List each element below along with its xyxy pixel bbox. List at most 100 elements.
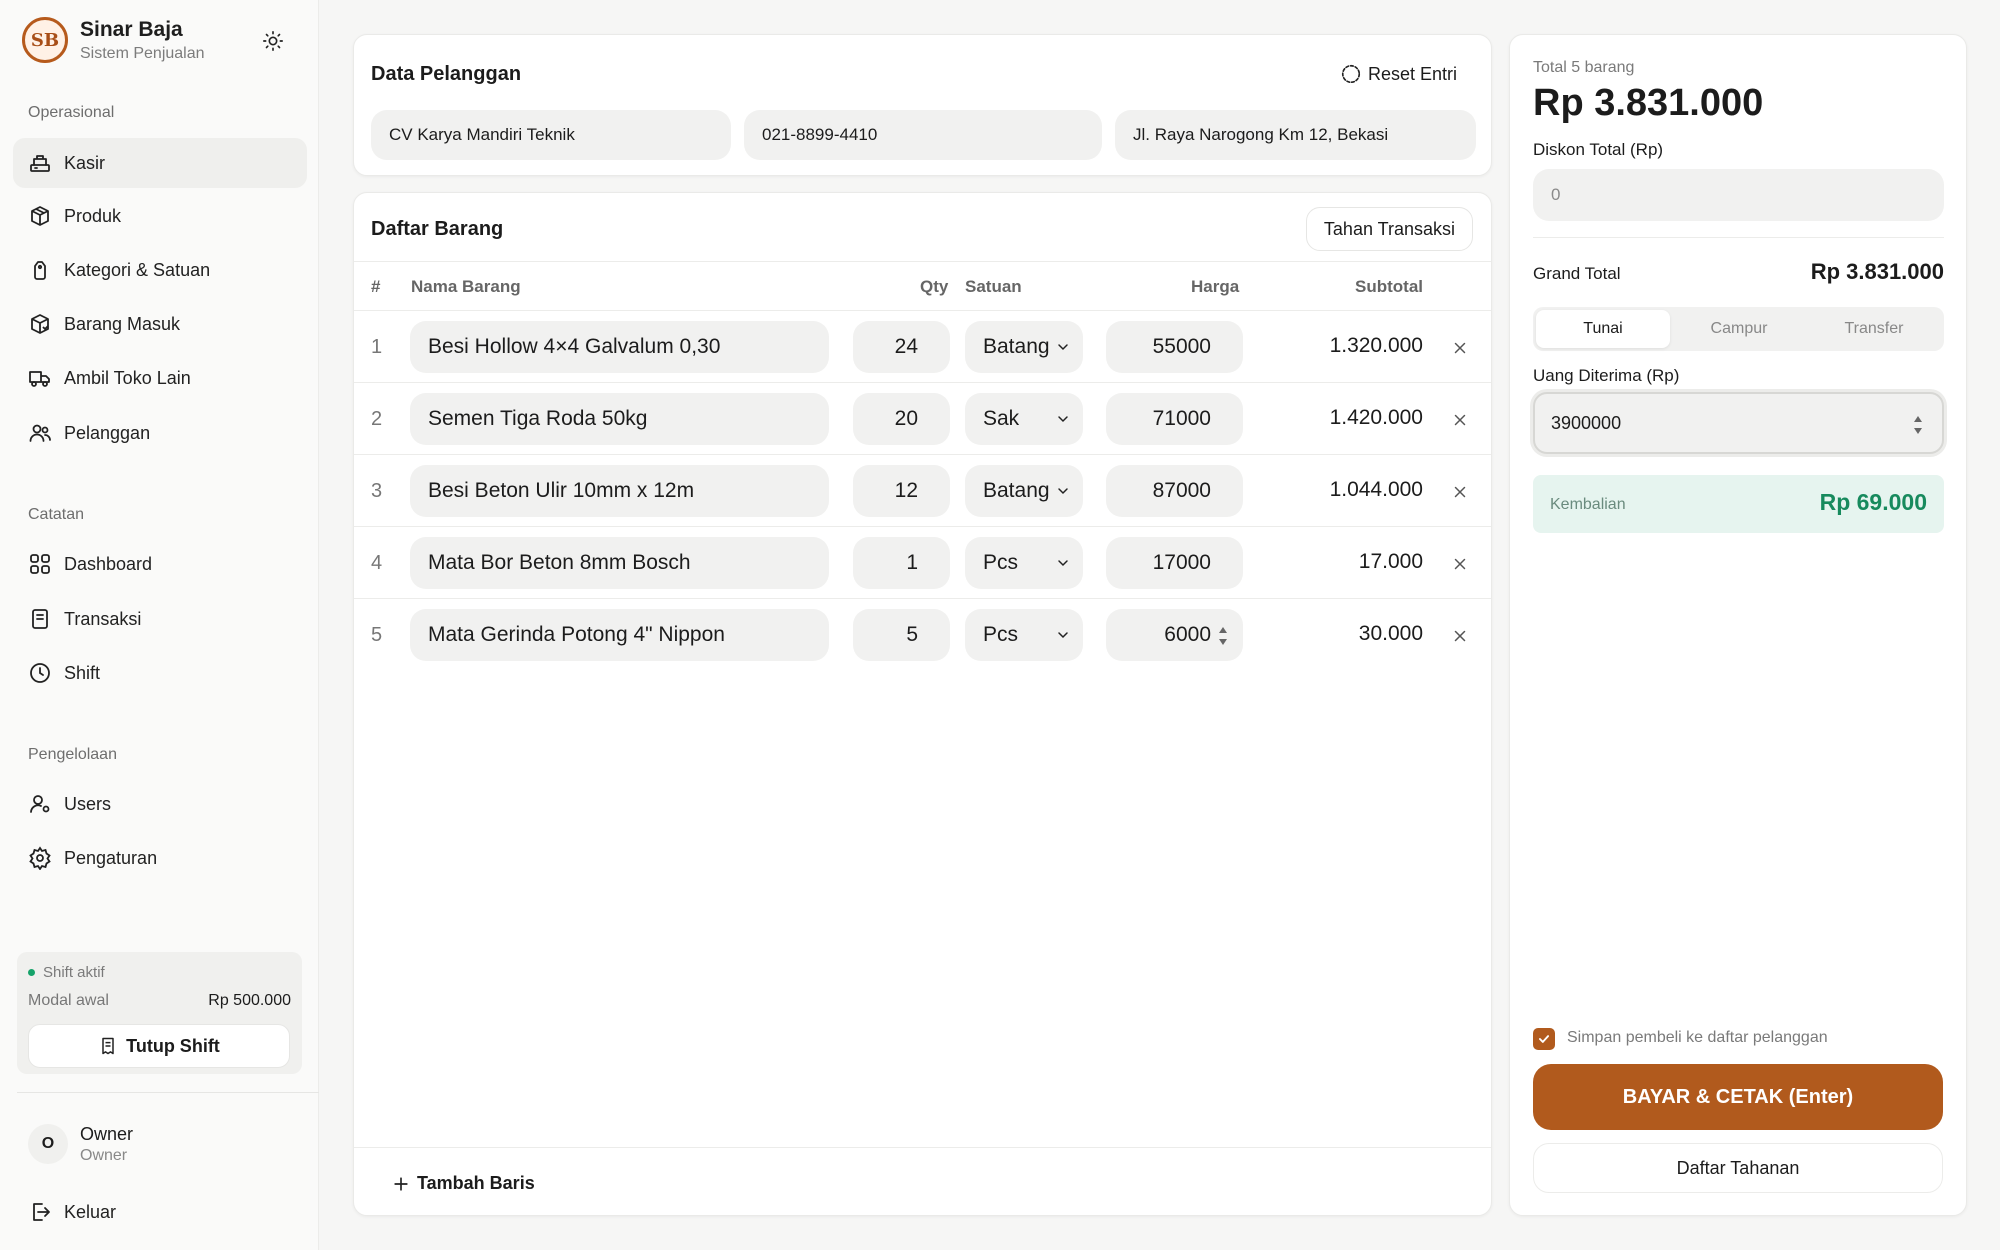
tab-campur[interactable]: Campur xyxy=(1672,310,1806,348)
cash-received-value: 3900000 xyxy=(1551,412,1622,433)
chevron-down-icon xyxy=(1058,416,1068,423)
brand-subtitle: Sistem Penjualan xyxy=(80,44,205,62)
remove-row-button[interactable] xyxy=(1447,623,1473,649)
qty-field[interactable]: 5 xyxy=(853,609,950,661)
row-subtotal: 30.000 xyxy=(1358,622,1423,645)
change-value: Rp 69.000 xyxy=(1819,489,1927,515)
unit-select[interactable]: Sak xyxy=(965,393,1083,445)
remove-row-button[interactable] xyxy=(1447,551,1473,577)
sidebar-item-kategori[interactable]: Kategori & Satuan xyxy=(13,245,307,295)
tab-tunai[interactable]: Tunai xyxy=(1536,310,1670,348)
sidebar: SB Sinar Baja Sistem Penjualan Operasion… xyxy=(0,0,319,1250)
section-label-operasional: Operasional xyxy=(28,104,115,121)
hold-transaction-button[interactable]: Tahan Transaksi xyxy=(1305,207,1473,251)
sidebar-item-label: Shift xyxy=(64,662,101,683)
discount-label: Diskon Total (Rp) xyxy=(1533,140,1664,159)
sidebar-item-shift[interactable]: Shift xyxy=(13,648,307,698)
logout-button[interactable]: Keluar xyxy=(13,1187,307,1237)
table-row: 5 Mata Gerinda Potong 4" Nippon 5 Pcs 60… xyxy=(354,599,1491,671)
row-number: 5 xyxy=(371,624,383,646)
qty-field[interactable]: 12 xyxy=(853,465,950,517)
price-field[interactable]: 87000 xyxy=(1106,465,1243,517)
box-icon xyxy=(31,206,49,226)
header-qty: Qty xyxy=(920,277,949,296)
user-cog-icon xyxy=(30,795,50,813)
package-in-icon xyxy=(31,314,49,334)
remove-row-button[interactable] xyxy=(1447,335,1473,361)
cash-received-input[interactable]: 3900000 xyxy=(1533,392,1944,454)
status-dot xyxy=(28,969,35,976)
remove-row-button[interactable] xyxy=(1447,407,1473,433)
add-row-button[interactable]: Tambah Baris xyxy=(391,1173,535,1194)
price-field[interactable]: 17000 xyxy=(1106,537,1243,589)
header-unit: Satuan xyxy=(965,277,1022,296)
chevron-down-icon xyxy=(1058,344,1068,351)
item-name-field[interactable]: Mata Gerinda Potong 4" Nippon xyxy=(410,609,829,661)
total-items-label: Total 5 barang xyxy=(1533,59,1635,76)
logout-label: Keluar xyxy=(64,1201,117,1222)
unit-select[interactable]: Batang xyxy=(965,321,1083,373)
qty-field[interactable]: 1 xyxy=(853,537,950,589)
total-amount: Rp 3.831.000 xyxy=(1533,82,1764,124)
sidebar-item-users[interactable]: Users xyxy=(13,779,307,829)
check-icon xyxy=(1538,1035,1550,1043)
sidebar-item-barang-masuk[interactable]: Barang Masuk xyxy=(13,299,307,349)
qty-field[interactable]: 20 xyxy=(853,393,950,445)
header-num: # xyxy=(371,277,381,296)
cash-received-label: Uang Diterima (Rp) xyxy=(1533,366,1680,385)
price-field[interactable]: 71000 xyxy=(1106,393,1243,445)
tab-transfer[interactable]: Transfer xyxy=(1807,310,1941,348)
price-field[interactable]: 6000 xyxy=(1106,609,1243,661)
table-row: 3 Besi Beton Ulir 10mm x 12m 12 Batang 8… xyxy=(354,455,1491,527)
item-name-field[interactable]: Besi Hollow 4×4 Galvalum 0,30 xyxy=(410,321,829,373)
item-name-field[interactable]: Besi Beton Ulir 10mm x 12m xyxy=(410,465,829,517)
sidebar-item-produk[interactable]: Produk xyxy=(13,191,307,241)
sidebar-item-pelanggan[interactable]: Pelanggan xyxy=(13,408,307,458)
table-row: 1 Besi Hollow 4×4 Galvalum 0,30 24 Batan… xyxy=(354,311,1491,383)
sidebar-item-ambil-toko-lain[interactable]: Ambil Toko Lain xyxy=(13,353,307,403)
brand-name: Sinar Baja xyxy=(80,17,183,41)
save-customer-checkbox[interactable] xyxy=(1533,1028,1555,1050)
payment-summary-card: Total 5 barang Rp 3.831.000 Diskon Total… xyxy=(1509,34,1967,1216)
sidebar-item-kasir[interactable]: Kasir xyxy=(13,138,307,188)
sidebar-item-label: Kasir xyxy=(64,152,106,173)
table-header: # Nama Barang Qty Satuan Harga Subtotal xyxy=(354,261,1491,311)
sidebar-item-transaksi[interactable]: Transaksi xyxy=(13,594,307,644)
held-transactions-button[interactable]: Daftar Tahanan xyxy=(1533,1143,1943,1193)
users-icon xyxy=(29,424,51,442)
unit-select-value: Pcs xyxy=(983,551,1019,574)
close-shift-button[interactable]: Tutup Shift xyxy=(28,1024,290,1068)
customer-card-title: Data Pelanggan xyxy=(371,63,522,85)
sidebar-item-pengaturan[interactable]: Pengaturan xyxy=(13,833,307,883)
unit-select[interactable]: Batang xyxy=(965,465,1083,517)
item-name-field[interactable]: Semen Tiga Roda 50kg xyxy=(410,393,829,445)
pay-and-print-button[interactable]: BAYAR & CETAK (Enter) xyxy=(1533,1064,1943,1130)
remove-row-button[interactable] xyxy=(1447,479,1473,505)
row-number: 1 xyxy=(371,336,383,358)
number-spinner-icon[interactable] xyxy=(1912,412,1924,438)
customer-phone-field[interactable]: 021-8899-4410 xyxy=(744,110,1102,160)
divider xyxy=(1533,237,1944,238)
unit-select[interactable]: Pcs xyxy=(965,537,1083,589)
item-name-field[interactable]: Mata Bor Beton 8mm Bosch xyxy=(410,537,829,589)
header-subtotal: Subtotal xyxy=(1355,277,1423,296)
section-label-catatan: Catatan xyxy=(28,506,85,523)
chevron-down-icon xyxy=(1058,488,1068,495)
register-icon xyxy=(102,1037,114,1055)
sidebar-item-label: Transaksi xyxy=(64,608,142,629)
row-subtotal: 1.320.000 xyxy=(1329,334,1423,357)
sidebar-item-label: Barang Masuk xyxy=(64,313,181,334)
theme-toggle-button[interactable] xyxy=(256,26,290,56)
change-label: Kembalian xyxy=(1550,496,1626,513)
unit-select[interactable]: Pcs xyxy=(965,609,1083,661)
reset-entry-button[interactable]: Reset Entri xyxy=(1340,63,1457,85)
discount-input[interactable]: 0 xyxy=(1533,169,1944,221)
sidebar-item-dashboard[interactable]: Dashboard xyxy=(13,539,307,589)
number-spinner-icon[interactable] xyxy=(1217,623,1229,649)
customer-address-field[interactable]: Jl. Raya Narogong Km 12, Bekasi xyxy=(1115,110,1476,160)
qty-field[interactable]: 24 xyxy=(853,321,950,373)
sidebar-item-label: Produk xyxy=(64,205,122,226)
customer-name-field[interactable]: CV Karya Mandiri Teknik xyxy=(371,110,731,160)
avatar[interactable]: O xyxy=(28,1124,68,1164)
price-field[interactable]: 55000 xyxy=(1106,321,1243,373)
